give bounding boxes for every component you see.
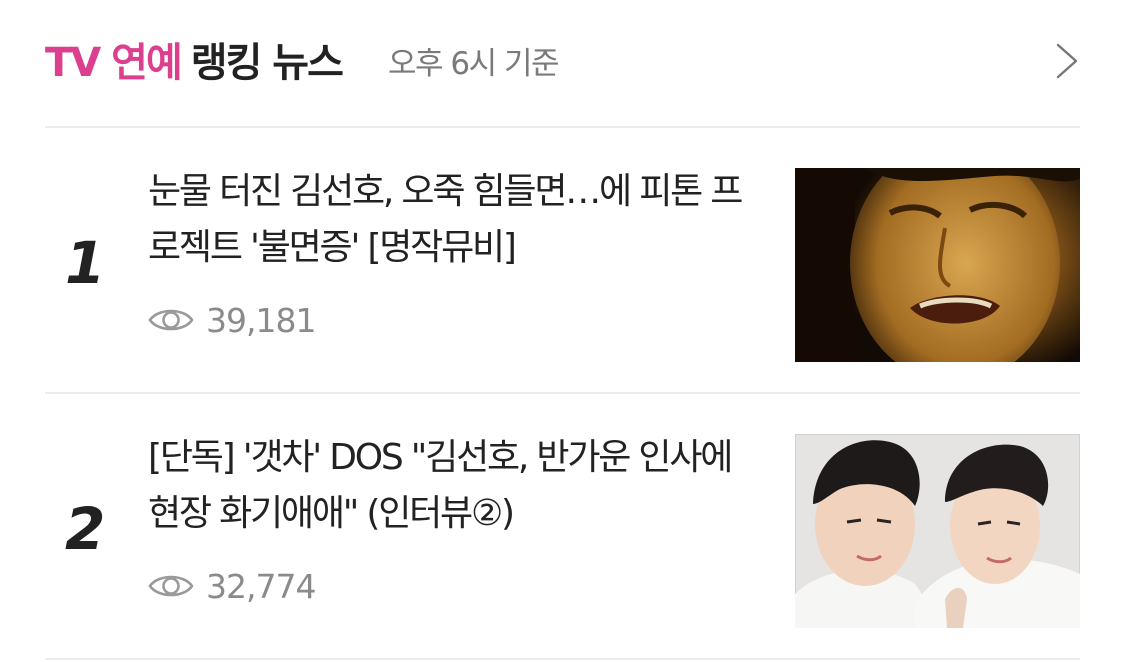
view-count: 39,181 bbox=[206, 300, 316, 340]
more-button[interactable] bbox=[1054, 41, 1080, 81]
eye-icon bbox=[148, 575, 194, 597]
news-title-link[interactable]: 눈물 터진 김선호, 오죽 힘들면…에 피톤 프로젝트 '불면증' [명작뮤비] bbox=[148, 164, 758, 276]
title-main: 랭킹 뉴스 bbox=[190, 40, 344, 86]
time-basis: 오후 6시 기준 bbox=[388, 46, 560, 82]
news-thumbnail[interactable] bbox=[795, 434, 1080, 628]
view-count-row: 32,774 bbox=[148, 566, 316, 606]
rank-number: 1 bbox=[65, 229, 106, 297]
news-title-link[interactable]: [단독] '갯차' DOS "김선호, 반가운 인사에 현장 화기애애" (인터… bbox=[148, 430, 758, 542]
section-title: TV 연예 랭킹 뉴스 bbox=[45, 38, 344, 88]
eye-icon bbox=[148, 309, 194, 331]
view-count: 32,774 bbox=[206, 566, 316, 606]
chevron-right-icon bbox=[1056, 43, 1078, 79]
ranking-item[interactable]: 1 눈물 터진 김선호, 오죽 힘들면…에 피톤 프로젝트 '불면증' [명작뮤… bbox=[45, 128, 1080, 394]
ranking-item[interactable]: 2 [단독] '갯차' DOS "김선호, 반가운 인사에 현장 화기애애" (… bbox=[45, 394, 1080, 660]
view-count-row: 39,181 bbox=[148, 300, 316, 340]
ranking-header: TV 연예 랭킹 뉴스 오후 6시 기준 bbox=[45, 0, 1080, 128]
news-thumbnail[interactable] bbox=[795, 168, 1080, 362]
rank-number: 2 bbox=[65, 495, 106, 563]
title-accent: TV 연예 bbox=[45, 40, 183, 86]
